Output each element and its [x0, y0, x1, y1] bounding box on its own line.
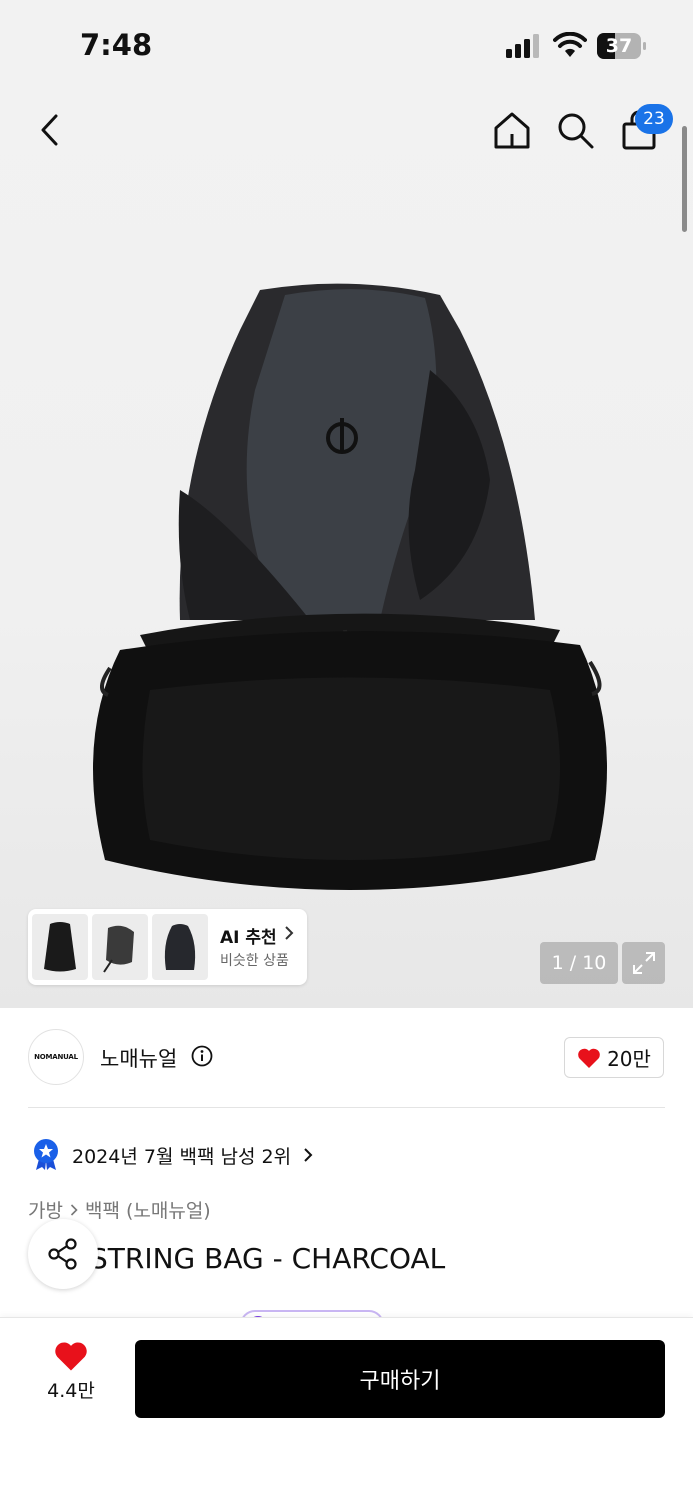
ranking-text: 2024년 7월 백팩 남성 2위	[72, 1145, 292, 1168]
search-icon	[558, 113, 594, 149]
expand-icon	[632, 952, 655, 974]
thumbnail-3[interactable]	[152, 914, 208, 980]
breadcrumb-subcategory[interactable]: 백팩 (노매뉴얼)	[85, 1196, 211, 1223]
brand-like-count: 20만	[607, 1047, 651, 1071]
heart-icon	[578, 1048, 600, 1068]
share-button[interactable]	[28, 1219, 98, 1289]
battery-level: 37	[605, 35, 633, 57]
cart-count-badge: 23	[635, 104, 673, 134]
product-title: STRING BAG - CHARCOAL	[90, 1242, 446, 1275]
image-page-counter: 1 / 10	[540, 942, 618, 984]
thumbnail-1[interactable]	[32, 914, 88, 980]
thumbnail-2[interactable]	[92, 914, 148, 980]
buy-button[interactable]: 구매하기	[135, 1340, 665, 1418]
product-image-area: 7:48 37 23 AI 추천 비슷한 상품 1 / 10	[0, 0, 693, 1008]
battery-icon: 37	[597, 33, 647, 59]
ai-recommendation-card[interactable]: AI 추천 비슷한 상품	[28, 909, 307, 985]
home-icon	[494, 112, 530, 149]
brand-name[interactable]: 노매뉴얼	[100, 1043, 177, 1073]
back-arrow-icon	[41, 114, 58, 146]
chevron-right-icon	[285, 926, 294, 940]
ranking-link[interactable]: 2024년 7월 백팩 남성 2위	[32, 1138, 313, 1172]
chevron-right-icon	[70, 1203, 78, 1216]
brand-logo[interactable]: NOMANUAL	[28, 1029, 84, 1085]
search-button[interactable]	[551, 106, 599, 154]
brand-like-button[interactable]: 20만	[564, 1037, 664, 1078]
status-bar: 7:48 37	[0, 0, 693, 90]
wifi-icon	[553, 32, 587, 57]
section-divider	[28, 1107, 665, 1108]
scrollbar[interactable]	[682, 126, 687, 232]
chevron-right-icon	[304, 1148, 313, 1162]
wishlist-button[interactable]: 4.4만	[30, 1340, 112, 1420]
status-time: 7:48	[80, 28, 153, 62]
share-icon	[48, 1238, 77, 1270]
brand-logo-text: NOMANUAL	[34, 1053, 78, 1061]
signal-icon	[506, 34, 539, 58]
info-icon[interactable]	[191, 1045, 213, 1067]
ranking-badge-icon	[34, 1139, 58, 1170]
ai-recommendation-title: AI 추천	[220, 928, 277, 948]
product-photo[interactable]	[80, 270, 620, 920]
heart-icon	[55, 1342, 87, 1371]
back-button[interactable]	[26, 106, 74, 154]
home-button[interactable]	[488, 106, 536, 154]
wishlist-count: 4.4만	[47, 1380, 95, 1402]
expand-image-button[interactable]	[622, 942, 665, 984]
ai-recommendation-subtitle: 비슷한 상품	[220, 953, 289, 969]
